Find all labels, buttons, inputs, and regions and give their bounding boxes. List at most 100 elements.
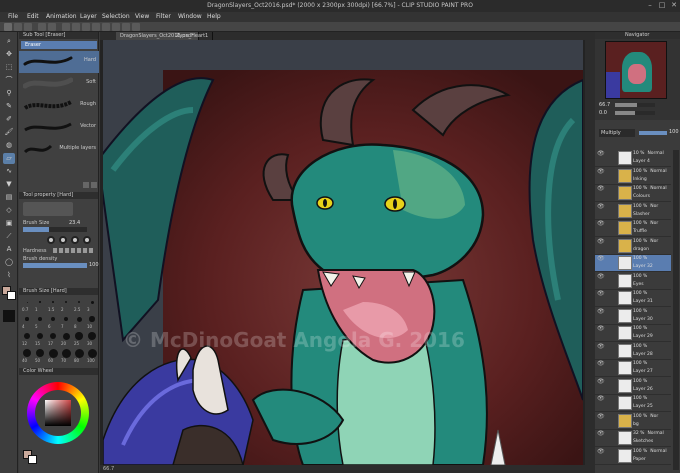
- line-correction-tool-icon[interactable]: ⌇: [3, 270, 15, 281]
- brush-size-preset[interactable]: 100: [86, 348, 98, 364]
- save-icon[interactable]: [24, 23, 32, 31]
- artwork-canvas[interactable]: © McDinoGoat Angela G. 2016: [103, 40, 583, 465]
- brush-size-preset[interactable]: 20: [60, 331, 72, 347]
- fill-tool-icon[interactable]: ▼: [3, 179, 15, 190]
- layer-scrollbar[interactable]: [673, 150, 679, 470]
- layer-visibility-eye-icon[interactable]: 👁: [597, 168, 605, 175]
- layer-row[interactable]: 👁 10 % Normal Layer 4: [595, 150, 671, 167]
- brush-size-preset[interactable]: 60: [47, 348, 59, 364]
- layer-visibility-eye-icon[interactable]: 👁: [597, 308, 605, 315]
- gradient-tool-icon[interactable]: ▤: [3, 192, 15, 203]
- layer-row[interactable]: 👁 100 % Layer 30: [595, 308, 671, 325]
- navigator-preview[interactable]: [605, 41, 667, 99]
- tip-preset-2[interactable]: [59, 236, 67, 244]
- menu-edit[interactable]: Edit: [27, 12, 39, 22]
- layer-row[interactable]: 👁 100 % Normal Paper: [595, 448, 671, 465]
- saturation-square[interactable]: [45, 400, 71, 426]
- lasso-tool-icon[interactable]: ⌒: [3, 75, 15, 86]
- brush-size-preset[interactable]: 5: [34, 314, 46, 330]
- layer-row[interactable]: 👁 100 % Layer 26: [595, 378, 671, 395]
- brush-tool-icon[interactable]: 🖌: [3, 127, 15, 138]
- vertical-scrollbar[interactable]: [585, 40, 595, 465]
- color-sub-swatch[interactable]: [28, 455, 37, 464]
- fill-icon[interactable]: [72, 23, 80, 31]
- layer-row[interactable]: 👁 100 % Layer 27: [595, 360, 671, 377]
- layer-row[interactable]: 👁 100 % Nor bg: [595, 413, 671, 430]
- brush-size-preset[interactable]: 25: [73, 331, 85, 347]
- new-file-icon[interactable]: [4, 23, 12, 31]
- menu-layer[interactable]: Layer: [80, 12, 97, 22]
- layer-visibility-eye-icon[interactable]: 👁: [597, 431, 605, 437]
- color-history-icon[interactable]: [3, 310, 15, 322]
- ruler-icon[interactable]: [112, 23, 120, 31]
- brush-tip-presets[interactable]: [23, 236, 97, 245]
- layer-row[interactable]: 👁 32 % Normal Sketches: [595, 430, 671, 447]
- subtool-brush-vector[interactable]: Vector: [19, 117, 99, 139]
- brush-size-preset[interactable]: 15: [34, 331, 46, 347]
- ruler-tool-icon[interactable]: ⟋: [3, 231, 15, 242]
- menu-help[interactable]: Help: [207, 12, 221, 22]
- menu-window[interactable]: Window: [178, 12, 202, 22]
- brush-size-slider[interactable]: [23, 227, 87, 232]
- brush-size-preset[interactable]: 12: [21, 331, 33, 347]
- deselect-icon[interactable]: [92, 23, 100, 31]
- layer-visibility-eye-icon[interactable]: 👁: [597, 413, 605, 420]
- tip-preset-3[interactable]: [71, 236, 79, 244]
- clear-icon[interactable]: [62, 23, 70, 31]
- pen-tool-icon[interactable]: ✎: [3, 101, 15, 112]
- redo-icon[interactable]: [48, 23, 56, 31]
- assets-icon[interactable]: [132, 23, 140, 31]
- layer-row[interactable]: 👁 100 % Layer 28: [595, 343, 671, 360]
- subtool-group-tab[interactable]: Eraser: [21, 41, 97, 49]
- layer-visibility-eye-icon[interactable]: 👁: [597, 203, 605, 210]
- subtool-delete-icon[interactable]: [91, 182, 97, 188]
- brush-size-preset[interactable]: 40: [21, 348, 33, 364]
- menu-selection[interactable]: Selection: [102, 12, 130, 22]
- layer-row[interactable]: 👁 100 % Layer 25: [595, 395, 671, 412]
- navigator-rotation-slider[interactable]: [615, 111, 655, 115]
- subtool-brush-rough[interactable]: Rough: [19, 95, 99, 117]
- transform-icon[interactable]: [82, 23, 90, 31]
- brush-size-preset[interactable]: 70: [60, 348, 72, 364]
- brush-size-preset[interactable]: 7: [60, 314, 72, 330]
- selection-tool-icon[interactable]: ⬚: [3, 62, 15, 73]
- brush-size-preset[interactable]: 4: [21, 314, 33, 330]
- layer-visibility-eye-icon[interactable]: 👁: [597, 343, 605, 350]
- layer-visibility-eye-icon[interactable]: 👁: [597, 221, 605, 227]
- eyedropper-tool-icon[interactable]: ⚲: [3, 88, 15, 99]
- layer-row[interactable]: 👁 100 % Nor dragon: [595, 238, 671, 255]
- subtool-brush-hard[interactable]: Hard: [19, 51, 99, 73]
- layer-visibility-eye-icon[interactable]: 👁: [597, 378, 605, 385]
- airbrush-tool-icon[interactable]: ◍: [3, 140, 15, 151]
- subtool-brush-soft[interactable]: Soft: [19, 73, 99, 95]
- layer-row[interactable]: 👁 100 % Layer 29: [595, 325, 671, 342]
- layer-visibility-eye-icon[interactable]: 👁: [597, 291, 605, 297]
- navigator-zoom-slider[interactable]: [615, 103, 655, 107]
- menu-view[interactable]: View: [135, 12, 149, 22]
- layer-visibility-eye-icon[interactable]: 👁: [597, 361, 605, 367]
- tip-preset-1[interactable]: [47, 236, 55, 244]
- layer-row[interactable]: 👁 100 % Normal Inking: [595, 168, 671, 185]
- subtool-settings-icon[interactable]: [83, 182, 89, 188]
- text-tool-icon[interactable]: A: [3, 244, 15, 255]
- frame-tool-icon[interactable]: ▣: [3, 218, 15, 229]
- sub-color-swatch[interactable]: [7, 291, 16, 300]
- layer-row[interactable]: 👁 100 % Normal Colours: [595, 185, 671, 202]
- layer-opacity-slider[interactable]: [639, 131, 667, 135]
- layer-visibility-eye-icon[interactable]: 👁: [597, 186, 605, 192]
- close-icon[interactable]: ✕: [668, 1, 680, 10]
- move-tool-icon[interactable]: ✥: [3, 49, 15, 60]
- layer-row[interactable]: 👁 100 % Layer 32: [595, 255, 671, 272]
- maximize-icon[interactable]: □: [656, 1, 668, 10]
- undo-icon[interactable]: [38, 23, 46, 31]
- zoom-tool-icon[interactable]: ⌕: [3, 36, 15, 47]
- menu-filter[interactable]: Filter: [156, 12, 171, 22]
- balloon-tool-icon[interactable]: ◯: [3, 257, 15, 268]
- pencil-tool-icon[interactable]: ✐: [3, 114, 15, 125]
- invert-selection-icon[interactable]: [102, 23, 110, 31]
- figure-tool-icon[interactable]: ◇: [3, 205, 15, 216]
- subtool-brush-multiple-layers[interactable]: Multiple layers: [19, 139, 99, 161]
- brush-size-preset[interactable]: 10: [86, 314, 98, 330]
- brush-size-preset[interactable]: 17: [47, 331, 59, 347]
- eraser-tool-icon[interactable]: ▱: [3, 153, 15, 164]
